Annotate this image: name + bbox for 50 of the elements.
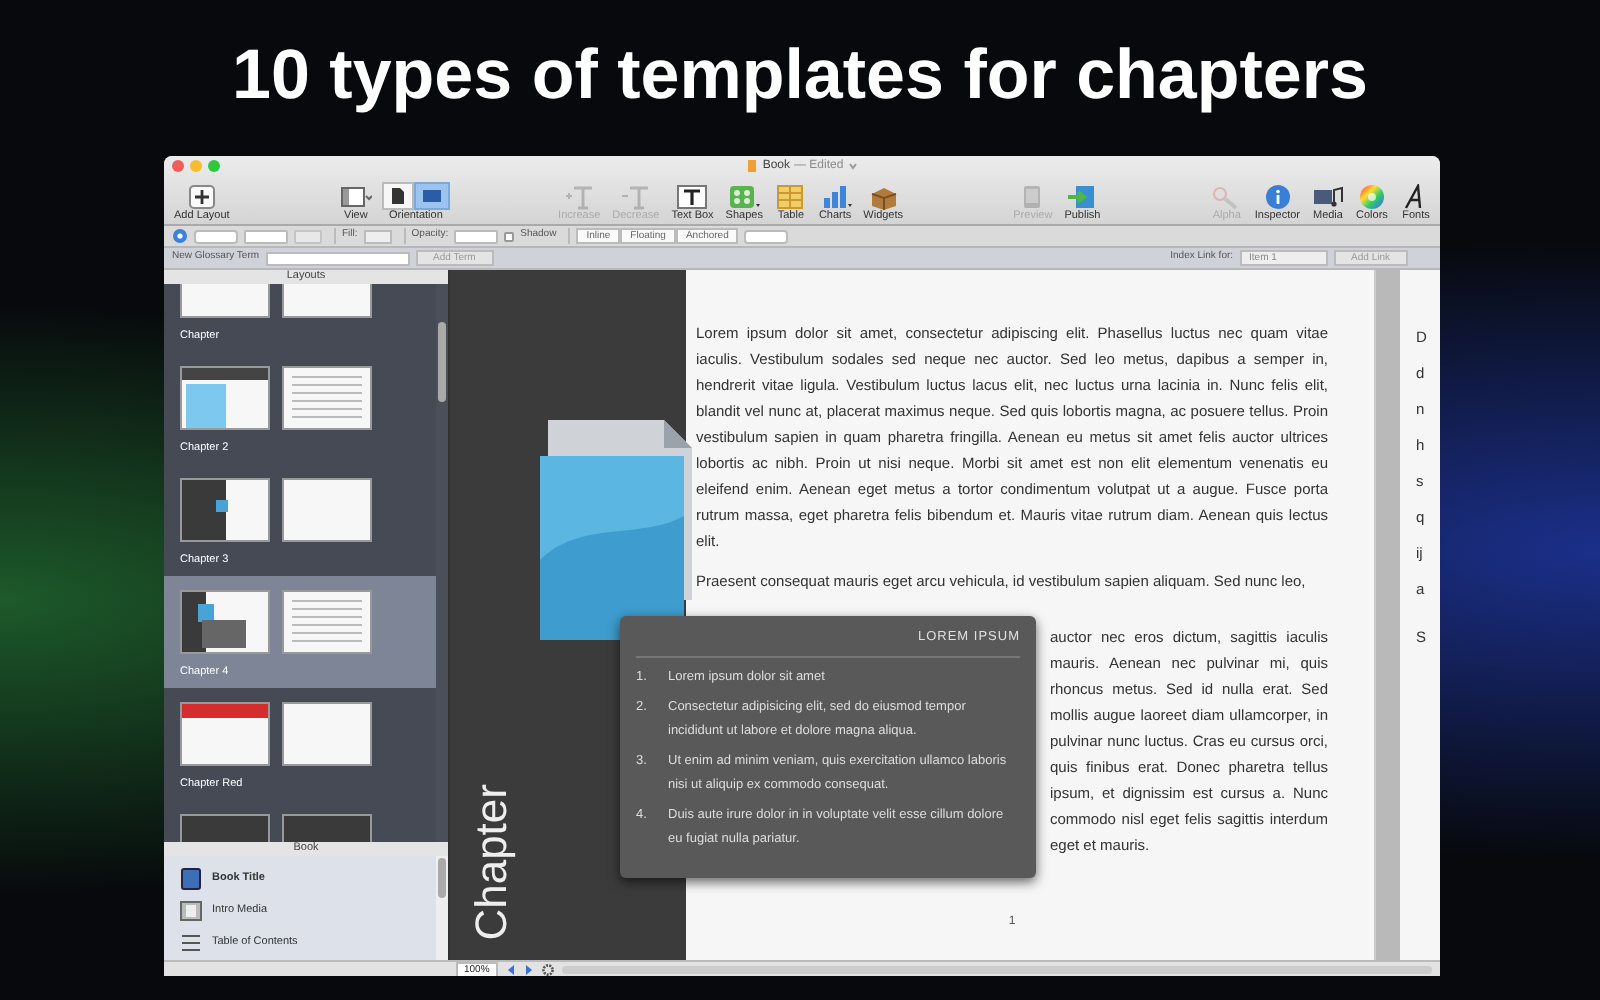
page-thumbnail	[282, 366, 372, 430]
left-arrow-icon	[505, 963, 516, 975]
film-icon	[180, 899, 202, 921]
dropdown[interactable]	[244, 229, 288, 243]
page-thumbnail	[180, 366, 270, 430]
document-icon	[746, 160, 759, 172]
text-size-up-icon	[563, 184, 596, 210]
text-size-down-icon	[619, 184, 652, 210]
input-field[interactable]	[265, 251, 410, 265]
orientation-option[interactable]	[381, 182, 414, 210]
page-thumbnail	[180, 478, 270, 542]
small-button[interactable]	[294, 229, 322, 243]
page-thumbnail	[180, 702, 270, 766]
headline: 10 types of templates for chapters	[230, 34, 1370, 118]
sidebar-layout-icon	[339, 184, 372, 210]
text-box-icon	[676, 184, 709, 210]
scrollbar[interactable]	[436, 284, 448, 842]
page-thumbnail	[282, 478, 372, 542]
shapes-icon	[728, 184, 761, 210]
chapter-title: Chapter	[466, 783, 518, 940]
caret-icon	[847, 162, 858, 170]
close-button[interactable]	[172, 160, 184, 172]
page-thumbnail	[282, 590, 372, 654]
page-thumbnail	[282, 702, 372, 766]
portrait-page-icon	[389, 186, 406, 206]
dropdown[interactable]	[454, 229, 499, 243]
info-icon	[1261, 184, 1294, 210]
page-thumbnail	[180, 590, 270, 654]
box-icon	[867, 184, 900, 210]
minimize-button[interactable]	[190, 160, 202, 172]
checkbox[interactable]	[504, 231, 515, 241]
scrollbar[interactable]	[436, 856, 448, 960]
horizontal-scrollbar[interactable]	[561, 965, 1432, 973]
landscape-page-icon	[421, 186, 442, 206]
table-icon	[774, 184, 807, 210]
stepper-field[interactable]	[194, 229, 238, 243]
export-arrow-icon	[1066, 184, 1099, 210]
bar-chart-icon	[819, 184, 852, 210]
gear-icon	[541, 963, 554, 975]
fill-swatch[interactable]	[363, 229, 392, 243]
color-wheel-icon	[1355, 184, 1388, 210]
book-icon	[180, 867, 202, 889]
magnifier-icon	[1210, 184, 1243, 210]
media-icon	[1311, 184, 1344, 210]
stepper-field[interactable]	[744, 229, 789, 243]
right-arrow-icon	[523, 963, 534, 975]
zoom-button[interactable]	[208, 160, 220, 172]
plus-icon	[185, 184, 218, 210]
list-icon	[180, 931, 202, 953]
circle-button-icon	[172, 228, 188, 244]
